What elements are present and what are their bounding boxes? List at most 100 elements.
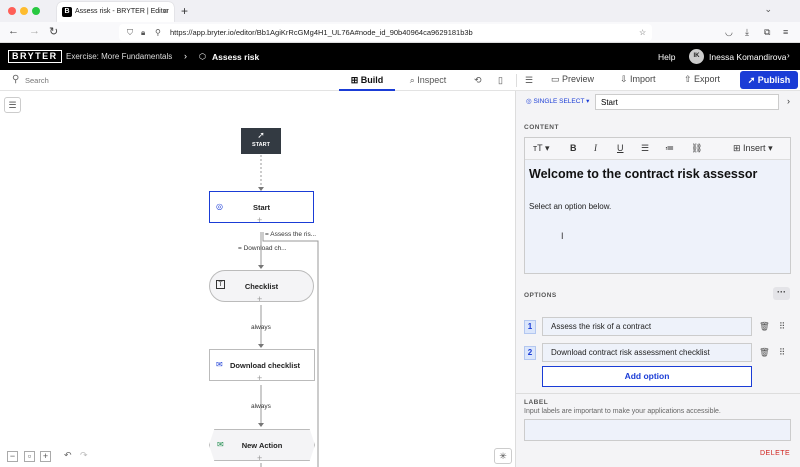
- notes-icon[interactable]: ▯: [498, 75, 503, 86]
- edge-label-always[interactable]: always: [251, 403, 271, 410]
- trash-icon[interactable]: 🗑︎: [759, 347, 770, 358]
- downloads-icon[interactable]: ⤓: [745, 27, 749, 38]
- editor-toolbar: ⚲ ⊞ Build ⌕ Inspect ⟲ ▯ ☰ ▭ Preview ⇩ Im…: [0, 70, 800, 91]
- add-node-icon[interactable]: +: [257, 453, 262, 463]
- shield-icon[interactable]: ⛉: [127, 28, 133, 38]
- flow-canvas[interactable]: ☰ ➚ START ◎ Start + = Assess the ris... …: [0, 91, 516, 467]
- history-icon[interactable]: ⟲: [474, 75, 482, 86]
- search-input[interactable]: [25, 74, 145, 87]
- delete-button[interactable]: DELETE: [760, 450, 790, 457]
- email-icon: ✉: [216, 360, 223, 369]
- new-tab-icon[interactable]: +: [181, 4, 188, 18]
- text-cursor-icon: I: [561, 231, 564, 241]
- node-type-select[interactable]: ◎ SINGLE SELECT ▾: [526, 97, 589, 105]
- breadcrumb-parent[interactable]: Exercise: More Fundamentals: [66, 52, 172, 61]
- bryter-favicon-icon: B: [62, 7, 72, 17]
- reload-icon[interactable]: ↻: [49, 25, 58, 38]
- bullet-list-icon[interactable]: ☰: [641, 143, 649, 154]
- redo-icon[interactable]: ↷: [80, 450, 88, 461]
- start-block-label: START: [252, 142, 270, 148]
- close-window-icon[interactable]: [8, 7, 16, 15]
- breadcrumb-current[interactable]: Assess risk: [212, 52, 259, 62]
- menu-icon[interactable]: ≡: [783, 27, 788, 37]
- forward-icon[interactable]: →: [29, 25, 40, 37]
- tab-inspect[interactable]: ⌕ Inspect: [400, 70, 456, 91]
- publish-label: Publish: [757, 75, 791, 85]
- tab-build[interactable]: ⊞ Build: [339, 70, 395, 91]
- lock-icon[interactable]: 🔒︎: [141, 28, 145, 38]
- drag-handle-icon[interactable]: ⠿: [779, 347, 785, 358]
- edge-label-assess[interactable]: = Assess the ris...: [265, 231, 316, 238]
- rocket-icon: ➚: [257, 130, 265, 140]
- breadcrumb-chevron-icon: ›: [184, 51, 187, 61]
- export-button[interactable]: ⇧ Export: [684, 74, 720, 85]
- node-checklist-label: Checklist: [244, 282, 279, 291]
- edge-label-always[interactable]: always: [251, 324, 271, 331]
- undo-icon[interactable]: ↶: [64, 450, 72, 461]
- search-icon: ⚲: [12, 74, 20, 85]
- add-node-icon[interactable]: +: [257, 215, 262, 225]
- edge-label-download[interactable]: = Download ch...: [238, 245, 287, 252]
- zoom-out-icon[interactable]: −: [7, 451, 18, 462]
- option-field[interactable]: [542, 343, 752, 362]
- fit-view-icon[interactable]: ▫: [24, 451, 35, 462]
- extensions-icon[interactable]: ⧉: [764, 27, 770, 38]
- underline-icon[interactable]: U: [617, 143, 624, 153]
- text-style-icon[interactable]: ᴛT ▾: [533, 143, 549, 154]
- insert-icon: ⊞: [733, 143, 744, 153]
- browser-tab[interactable]: B Assess risk - BRYTER | Editor ×: [57, 2, 174, 22]
- bold-icon[interactable]: B: [570, 143, 577, 153]
- help-link[interactable]: Help: [658, 52, 675, 62]
- tab-build-label: Build: [360, 75, 384, 85]
- preview-icon: ▭: [551, 74, 563, 84]
- option-number: 2: [524, 346, 536, 360]
- label-heading: LABEL: [524, 399, 549, 406]
- permissions-icon[interactable]: ⚲: [155, 28, 161, 37]
- add-node-icon[interactable]: +: [257, 373, 262, 383]
- rocket-icon: ➚: [747, 75, 758, 85]
- settings-sliders-icon[interactable]: ☰: [525, 75, 533, 86]
- preview-button[interactable]: ▭ Preview: [551, 74, 594, 85]
- trash-icon[interactable]: 🗑︎: [759, 321, 770, 332]
- export-label: Export: [694, 74, 721, 84]
- back-icon[interactable]: ←: [8, 25, 19, 37]
- content-heading: CONTENT: [524, 124, 559, 131]
- link-icon[interactable]: ⛓: [691, 143, 702, 154]
- collapse-panel-chevron-icon[interactable]: ›: [787, 96, 790, 106]
- label-input[interactable]: [524, 419, 791, 441]
- editor-heading: Welcome to the contract risk assessor: [529, 167, 758, 181]
- start-block[interactable]: ➚ START: [241, 128, 281, 154]
- zoom-in-icon[interactable]: +: [40, 451, 51, 462]
- content-editor[interactable]: ᴛT ▾ B I U ☰ ≔ ⛓ ⊞ Insert ▾ Welcome to t…: [524, 137, 791, 274]
- numbered-list-icon[interactable]: ≔: [665, 143, 674, 154]
- sparkle-icon[interactable]: ✳: [494, 448, 512, 464]
- url-text: https://app.bryter.io/editor/Bb1AgiKrRcG…: [170, 28, 473, 37]
- user-menu-chevron-icon[interactable]: ›: [787, 51, 790, 60]
- pocket-icon[interactable]: ◡: [725, 27, 733, 38]
- node-download-label: Download checklist: [230, 361, 301, 370]
- more-options-icon[interactable]: ···: [773, 287, 790, 300]
- node-name-input[interactable]: [595, 94, 779, 110]
- bryter-logo[interactable]: BRYTER: [8, 50, 62, 63]
- add-node-icon[interactable]: +: [257, 294, 262, 304]
- maximize-window-icon[interactable]: [32, 7, 40, 15]
- url-field[interactable]: ⛉ 🔒︎ ⚲ https://app.bryter.io/editor/Bb1A…: [119, 24, 652, 41]
- browser-tabbar: B Assess risk - BRYTER | Editor × + ⌄: [0, 0, 800, 22]
- bookmark-star-icon[interactable]: ☆: [639, 28, 646, 37]
- user-name[interactable]: Inessa Komandirova: [709, 52, 787, 62]
- export-icon: ⇧: [684, 74, 695, 84]
- node-new-action-label: New Action: [241, 441, 283, 450]
- option-field[interactable]: [542, 317, 752, 336]
- italic-icon[interactable]: I: [594, 143, 597, 153]
- publish-button[interactable]: ➚ Publish: [740, 71, 798, 89]
- minimize-window-icon[interactable]: [20, 7, 28, 15]
- import-label: Import: [630, 74, 656, 84]
- drag-handle-icon[interactable]: ⠿: [779, 321, 785, 332]
- insert-button[interactable]: ⊞ Insert ▾: [733, 143, 773, 154]
- tab-list-chevron-icon[interactable]: ⌄: [764, 4, 772, 15]
- add-option-button[interactable]: Add option: [542, 366, 752, 387]
- avatar[interactable]: IK: [689, 49, 704, 64]
- import-button[interactable]: ⇩ Import: [620, 74, 656, 85]
- close-tab-icon[interactable]: ×: [163, 6, 168, 16]
- app-header: BRYTER Exercise: More Fundamentals › ⬡ A…: [0, 43, 800, 70]
